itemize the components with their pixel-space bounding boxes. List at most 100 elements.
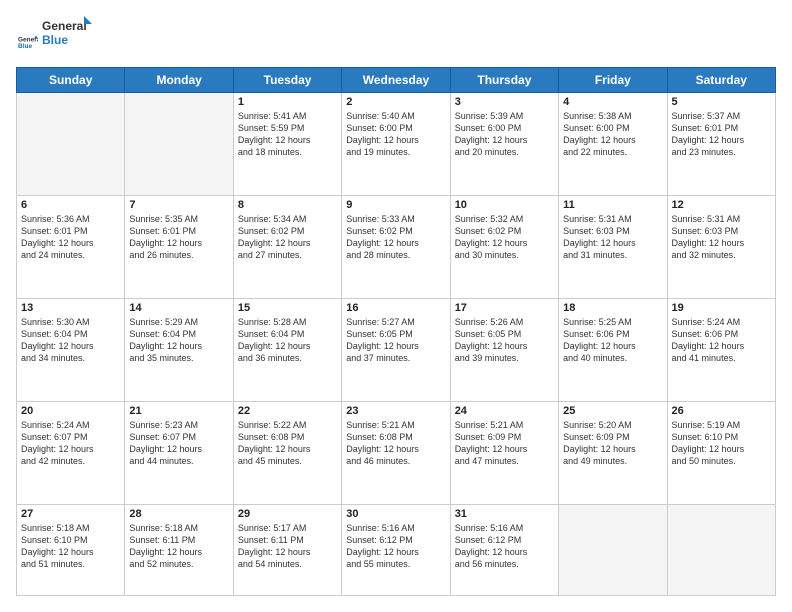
day-info: Sunrise: 5:16 AM Sunset: 6:12 PM Dayligh… [455, 522, 554, 571]
day-number: 6 [21, 199, 120, 211]
week-row-0: 1 Sunrise: 5:41 AM Sunset: 5:59 PM Daylig… [17, 93, 776, 196]
day-number: 3 [455, 96, 554, 108]
day-cell [667, 505, 775, 596]
day-cell: 18 Sunrise: 5:25 AM Sunset: 6:06 PM Dayli… [559, 299, 667, 402]
day-info: Sunrise: 5:35 AM Sunset: 6:01 PM Dayligh… [129, 213, 228, 262]
day-cell: 5 Sunrise: 5:37 AM Sunset: 6:01 PM Daylig… [667, 93, 775, 196]
day-number: 27 [21, 508, 120, 520]
day-info: Sunrise: 5:41 AM Sunset: 5:59 PM Dayligh… [238, 110, 337, 159]
day-number: 5 [672, 96, 771, 108]
logo: General Blue General Blue [16, 16, 92, 57]
day-cell: 7 Sunrise: 5:35 AM Sunset: 6:01 PM Daylig… [125, 196, 233, 299]
day-info: Sunrise: 5:31 AM Sunset: 6:03 PM Dayligh… [672, 213, 771, 262]
header-row: SundayMondayTuesdayWednesdayThursdayFrid… [17, 68, 776, 93]
day-cell: 4Sunrise: 5:38 AM Sunset: 6:00 PM Daylig… [559, 93, 667, 196]
day-number: 21 [129, 405, 228, 417]
day-info: Sunrise: 5:30 AM Sunset: 6:04 PM Dayligh… [21, 316, 120, 365]
day-cell: 6Sunrise: 5:36 AM Sunset: 6:01 PM Daylig… [17, 196, 125, 299]
day-info: Sunrise: 5:21 AM Sunset: 6:08 PM Dayligh… [346, 419, 445, 468]
day-number: 2 [346, 96, 445, 108]
day-number: 15 [238, 302, 337, 314]
day-header-wednesday: Wednesday [342, 68, 450, 93]
day-number: 20 [21, 405, 120, 417]
week-row-4: 27 Sunrise: 5:18 AM Sunset: 6:10 PM Dayli… [17, 505, 776, 596]
day-info: Sunrise: 5:29 AM Sunset: 6:04 PM Dayligh… [129, 316, 228, 365]
day-cell: 30 Sunrise: 5:16 AM Sunset: 6:12 PM Dayli… [342, 505, 450, 596]
day-cell: 24Sunrise: 5:21 AM Sunset: 6:09 PM Dayli… [450, 402, 558, 505]
calendar-table: SundayMondayTuesdayWednesdayThursdayFrid… [16, 67, 776, 596]
day-info: Sunrise: 5:23 AM Sunset: 6:07 PM Dayligh… [129, 419, 228, 468]
week-row-3: 20 Sunrise: 5:24 AM Sunset: 6:07 PM Dayli… [17, 402, 776, 505]
day-header-sunday: Sunday [17, 68, 125, 93]
week-row-1: 6Sunrise: 5:36 AM Sunset: 6:01 PM Daylig… [17, 196, 776, 299]
day-cell: 11 Sunrise: 5:31 AM Sunset: 6:03 PM Dayli… [559, 196, 667, 299]
day-cell: 28Sunrise: 5:18 AM Sunset: 6:11 PM Dayli… [125, 505, 233, 596]
day-cell: 10 Sunrise: 5:32 AM Sunset: 6:02 PM Dayli… [450, 196, 558, 299]
svg-text:Blue: Blue [42, 33, 68, 47]
day-info: Sunrise: 5:40 AM Sunset: 6:00 PM Dayligh… [346, 110, 445, 159]
day-cell: 22 Sunrise: 5:22 AM Sunset: 6:08 PM Dayli… [233, 402, 341, 505]
day-cell: 13 Sunrise: 5:30 AM Sunset: 6:04 PM Dayli… [17, 299, 125, 402]
day-info: Sunrise: 5:31 AM Sunset: 6:03 PM Dayligh… [563, 213, 662, 262]
day-header-friday: Friday [559, 68, 667, 93]
logo-svg: General Blue [42, 16, 92, 52]
day-cell: 21 Sunrise: 5:23 AM Sunset: 6:07 PM Dayli… [125, 402, 233, 505]
day-number: 13 [21, 302, 120, 314]
day-number: 24 [455, 405, 554, 417]
day-cell: 20 Sunrise: 5:24 AM Sunset: 6:07 PM Dayli… [17, 402, 125, 505]
day-cell: 19 Sunrise: 5:24 AM Sunset: 6:06 PM Dayli… [667, 299, 775, 402]
day-info: Sunrise: 5:32 AM Sunset: 6:02 PM Dayligh… [455, 213, 554, 262]
day-number: 16 [346, 302, 445, 314]
day-cell: 27 Sunrise: 5:18 AM Sunset: 6:10 PM Dayli… [17, 505, 125, 596]
day-cell: 12 Sunrise: 5:31 AM Sunset: 6:03 PM Dayli… [667, 196, 775, 299]
day-cell: 9Sunrise: 5:33 AM Sunset: 6:02 PM Daylig… [342, 196, 450, 299]
day-number: 11 [563, 199, 662, 211]
day-info: Sunrise: 5:26 AM Sunset: 6:05 PM Dayligh… [455, 316, 554, 365]
day-number: 17 [455, 302, 554, 314]
svg-text:General: General [42, 19, 87, 33]
day-info: Sunrise: 5:20 AM Sunset: 6:09 PM Dayligh… [563, 419, 662, 468]
day-number: 10 [455, 199, 554, 211]
day-info: Sunrise: 5:24 AM Sunset: 6:07 PM Dayligh… [21, 419, 120, 468]
day-header-saturday: Saturday [667, 68, 775, 93]
day-info: Sunrise: 5:38 AM Sunset: 6:00 PM Dayligh… [563, 110, 662, 159]
day-info: Sunrise: 5:34 AM Sunset: 6:02 PM Dayligh… [238, 213, 337, 262]
header: General Blue General Blue [16, 16, 776, 57]
day-info: Sunrise: 5:33 AM Sunset: 6:02 PM Dayligh… [346, 213, 445, 262]
day-cell: 29Sunrise: 5:17 AM Sunset: 6:11 PM Dayli… [233, 505, 341, 596]
day-info: Sunrise: 5:22 AM Sunset: 6:08 PM Dayligh… [238, 419, 337, 468]
svg-text:Blue: Blue [18, 43, 32, 50]
day-cell: 23 Sunrise: 5:21 AM Sunset: 6:08 PM Dayli… [342, 402, 450, 505]
day-cell: 2 Sunrise: 5:40 AM Sunset: 6:00 PM Daylig… [342, 93, 450, 196]
day-number: 12 [672, 199, 771, 211]
day-number: 25 [563, 405, 662, 417]
day-info: Sunrise: 5:16 AM Sunset: 6:12 PM Dayligh… [346, 522, 445, 571]
day-number: 30 [346, 508, 445, 520]
day-info: Sunrise: 5:25 AM Sunset: 6:06 PM Dayligh… [563, 316, 662, 365]
day-info: Sunrise: 5:18 AM Sunset: 6:11 PM Dayligh… [129, 522, 228, 571]
day-number: 1 [238, 96, 337, 108]
day-number: 31 [455, 508, 554, 520]
day-cell [125, 93, 233, 196]
day-info: Sunrise: 5:39 AM Sunset: 6:00 PM Dayligh… [455, 110, 554, 159]
day-number: 8 [238, 199, 337, 211]
day-number: 23 [346, 405, 445, 417]
day-number: 7 [129, 199, 228, 211]
day-cell: 3 Sunrise: 5:39 AM Sunset: 6:00 PM Daylig… [450, 93, 558, 196]
day-cell: 26Sunrise: 5:19 AM Sunset: 6:10 PM Dayli… [667, 402, 775, 505]
day-cell: 31 Sunrise: 5:16 AM Sunset: 6:12 PM Dayli… [450, 505, 558, 596]
day-cell: 16 Sunrise: 5:27 AM Sunset: 6:05 PM Dayli… [342, 299, 450, 402]
day-cell: 14Sunrise: 5:29 AM Sunset: 6:04 PM Dayli… [125, 299, 233, 402]
day-cell: 25 Sunrise: 5:20 AM Sunset: 6:09 PM Dayli… [559, 402, 667, 505]
day-info: Sunrise: 5:37 AM Sunset: 6:01 PM Dayligh… [672, 110, 771, 159]
day-cell: 15Sunrise: 5:28 AM Sunset: 6:04 PM Dayli… [233, 299, 341, 402]
day-info: Sunrise: 5:18 AM Sunset: 6:10 PM Dayligh… [21, 522, 120, 571]
day-number: 29 [238, 508, 337, 520]
day-number: 19 [672, 302, 771, 314]
day-header-thursday: Thursday [450, 68, 558, 93]
day-number: 26 [672, 405, 771, 417]
day-number: 22 [238, 405, 337, 417]
day-info: Sunrise: 5:27 AM Sunset: 6:05 PM Dayligh… [346, 316, 445, 365]
day-number: 18 [563, 302, 662, 314]
day-info: Sunrise: 5:24 AM Sunset: 6:06 PM Dayligh… [672, 316, 771, 365]
